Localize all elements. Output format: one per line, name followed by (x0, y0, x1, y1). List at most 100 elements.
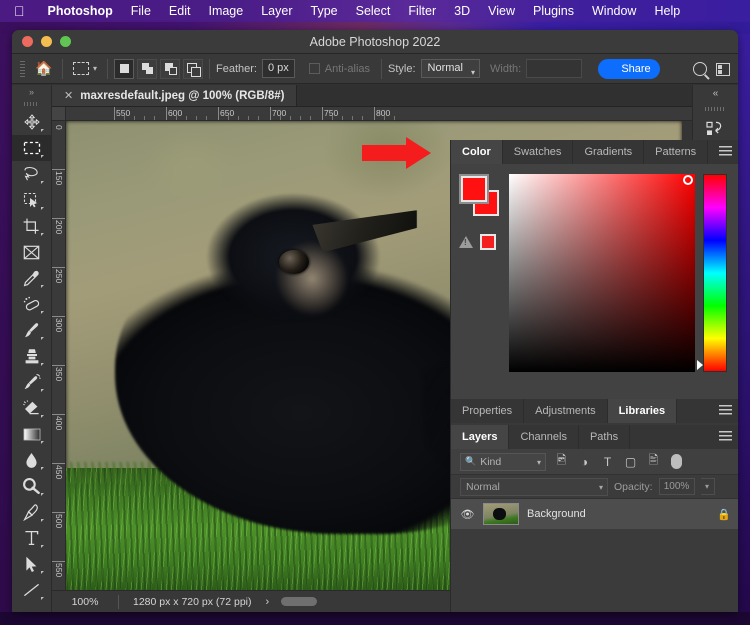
status-bar-handle[interactable] (281, 597, 317, 606)
layer-name[interactable]: Background (527, 508, 709, 520)
hue-slider-marker[interactable] (697, 360, 703, 370)
tab-layers[interactable]: Layers (451, 425, 509, 449)
menu-item-select[interactable]: Select (347, 4, 400, 18)
lock-icon[interactable]: 🔒 (717, 508, 729, 521)
shape-layer-filter-icon[interactable]: ▢ (623, 455, 638, 469)
width-label: Width: (490, 63, 521, 75)
color-field-picker[interactable] (683, 175, 693, 185)
menu-item-3d[interactable]: 3D (445, 4, 479, 18)
brush-tool[interactable] (12, 317, 51, 343)
tab-paths[interactable]: Paths (579, 425, 630, 449)
layer-row-background[interactable]: 👁 Background 🔒 (451, 499, 738, 529)
menu-item-help[interactable]: Help (645, 4, 689, 18)
smart-object-filter-icon[interactable]: 🖹 (646, 451, 661, 472)
lasso-tool[interactable] (12, 161, 51, 187)
style-select[interactable]: Normal ▾ (421, 59, 480, 78)
tools-panel-collapse[interactable]: » (12, 85, 51, 99)
menu-item-photoshop[interactable]: Photoshop (39, 4, 122, 18)
opacity-stepper[interactable]: ▾ (701, 478, 715, 495)
intersect-with-selection-button[interactable] (183, 59, 203, 79)
gamut-warning-icon[interactable] (459, 236, 473, 248)
feather-input[interactable]: 0 px (262, 59, 295, 78)
tab-patterns[interactable]: Patterns (644, 140, 708, 164)
new-selection-button[interactable] (114, 59, 134, 79)
red-pointer-arrow (362, 136, 432, 170)
menu-item-view[interactable]: View (479, 4, 524, 18)
pixel-layer-filter-icon[interactable]: 🖻 (554, 451, 569, 472)
menu-item-window[interactable]: Window (583, 4, 645, 18)
clone-stamp-tool[interactable] (12, 343, 51, 369)
panel-menu-icon[interactable] (719, 405, 732, 416)
tab-properties[interactable]: Properties (451, 399, 524, 423)
eye-icon[interactable]: 👁 (460, 508, 475, 521)
crop-tool[interactable] (12, 213, 51, 239)
dock-grip[interactable] (705, 103, 726, 114)
color-field[interactable] (509, 174, 695, 372)
tools-panel-grip[interactable] (24, 99, 39, 109)
status-expand-icon[interactable]: › (266, 596, 282, 608)
options-bar-grip[interactable] (18, 61, 27, 77)
divider (107, 59, 108, 79)
foreground-color-swatch[interactable] (461, 176, 487, 202)
blur-tool[interactable] (12, 447, 51, 473)
document-tab[interactable]: ✕ maxresdefault.jpeg @ 100% (RGB/8#) (52, 85, 297, 106)
pen-tool[interactable] (12, 499, 51, 525)
close-icon[interactable]: ✕ (64, 89, 73, 102)
subtract-from-selection-button[interactable] (160, 59, 180, 79)
vertical-ruler[interactable]: 0 150 200 250 300 350 400 450 500 550 (52, 121, 66, 590)
menu-item-plugins[interactable]: Plugins (524, 4, 583, 18)
gradient-tool[interactable] (12, 421, 51, 447)
menu-item-image[interactable]: Image (199, 4, 252, 18)
menu-item-filter[interactable]: Filter (399, 4, 445, 18)
menu-item-file[interactable]: File (122, 4, 160, 18)
tab-adjustments[interactable]: Adjustments (524, 399, 608, 423)
layer-thumbnail[interactable] (483, 503, 519, 525)
tab-gradients[interactable]: Gradients (573, 140, 644, 164)
color-panel-tabs: Color Swatches Gradients Patterns (451, 140, 738, 164)
anti-alias-checkbox[interactable] (309, 63, 320, 74)
tab-color[interactable]: Color (451, 140, 503, 164)
panel-menu-icon[interactable] (719, 146, 732, 157)
healing-brush-tool[interactable] (12, 291, 51, 317)
blend-mode-select[interactable]: Normal ▾ (460, 478, 608, 496)
adjustment-layer-filter-icon[interactable]: ◑ (577, 455, 592, 469)
menu-item-type[interactable]: Type (302, 4, 347, 18)
in-gamut-color-swatch[interactable] (480, 234, 496, 250)
opacity-label: Opacity: (614, 481, 653, 493)
layer-filter-kind-select[interactable]: 🔍 Kind ▾ (460, 453, 546, 471)
active-tool-picker[interactable]: ▾ (69, 62, 101, 75)
collapse-panel-icon[interactable]: « (693, 85, 738, 101)
filter-enable-toggle[interactable] (671, 454, 682, 469)
horizontal-ruler[interactable]: 550 600 650 700 750 800 (52, 107, 692, 121)
share-button[interactable]: Share (598, 59, 660, 79)
quick-selection-tool[interactable] (12, 187, 51, 213)
path-selection-tool[interactable] (12, 551, 51, 577)
tab-swatches[interactable]: Swatches (503, 140, 574, 164)
tab-libraries[interactable]: Libraries (608, 399, 677, 423)
line-tool[interactable] (12, 577, 51, 603)
eraser-tool[interactable] (12, 395, 51, 421)
workspace-icon[interactable] (716, 63, 730, 76)
type-tool[interactable] (12, 525, 51, 551)
move-tool[interactable] (12, 109, 51, 135)
hue-slider[interactable] (703, 174, 727, 372)
add-to-selection-button[interactable] (137, 59, 157, 79)
eyedropper-tool[interactable] (12, 265, 51, 291)
history-brush-tool[interactable] (12, 369, 51, 395)
type-layer-filter-icon[interactable]: T (600, 455, 615, 469)
home-icon[interactable]: 🏠 (32, 60, 56, 77)
frame-tool[interactable] (12, 239, 51, 265)
menu-item-edit[interactable]: Edit (160, 4, 200, 18)
tab-channels[interactable]: Channels (509, 425, 578, 449)
zoom-level[interactable]: 100% (52, 596, 118, 608)
tab-label: Paths (590, 431, 618, 443)
search-icon[interactable] (693, 62, 707, 76)
apple-logo-icon[interactable]:  (14, 4, 25, 18)
panel-menu-icon[interactable] (719, 431, 732, 442)
width-input[interactable] (526, 59, 582, 78)
dodge-tool[interactable] (12, 473, 51, 499)
ruler-origin-corner[interactable] (52, 107, 66, 121)
menu-item-layer[interactable]: Layer (252, 4, 301, 18)
rectangular-marquee-tool[interactable] (12, 135, 51, 161)
opacity-value[interactable]: 100% (659, 478, 695, 495)
